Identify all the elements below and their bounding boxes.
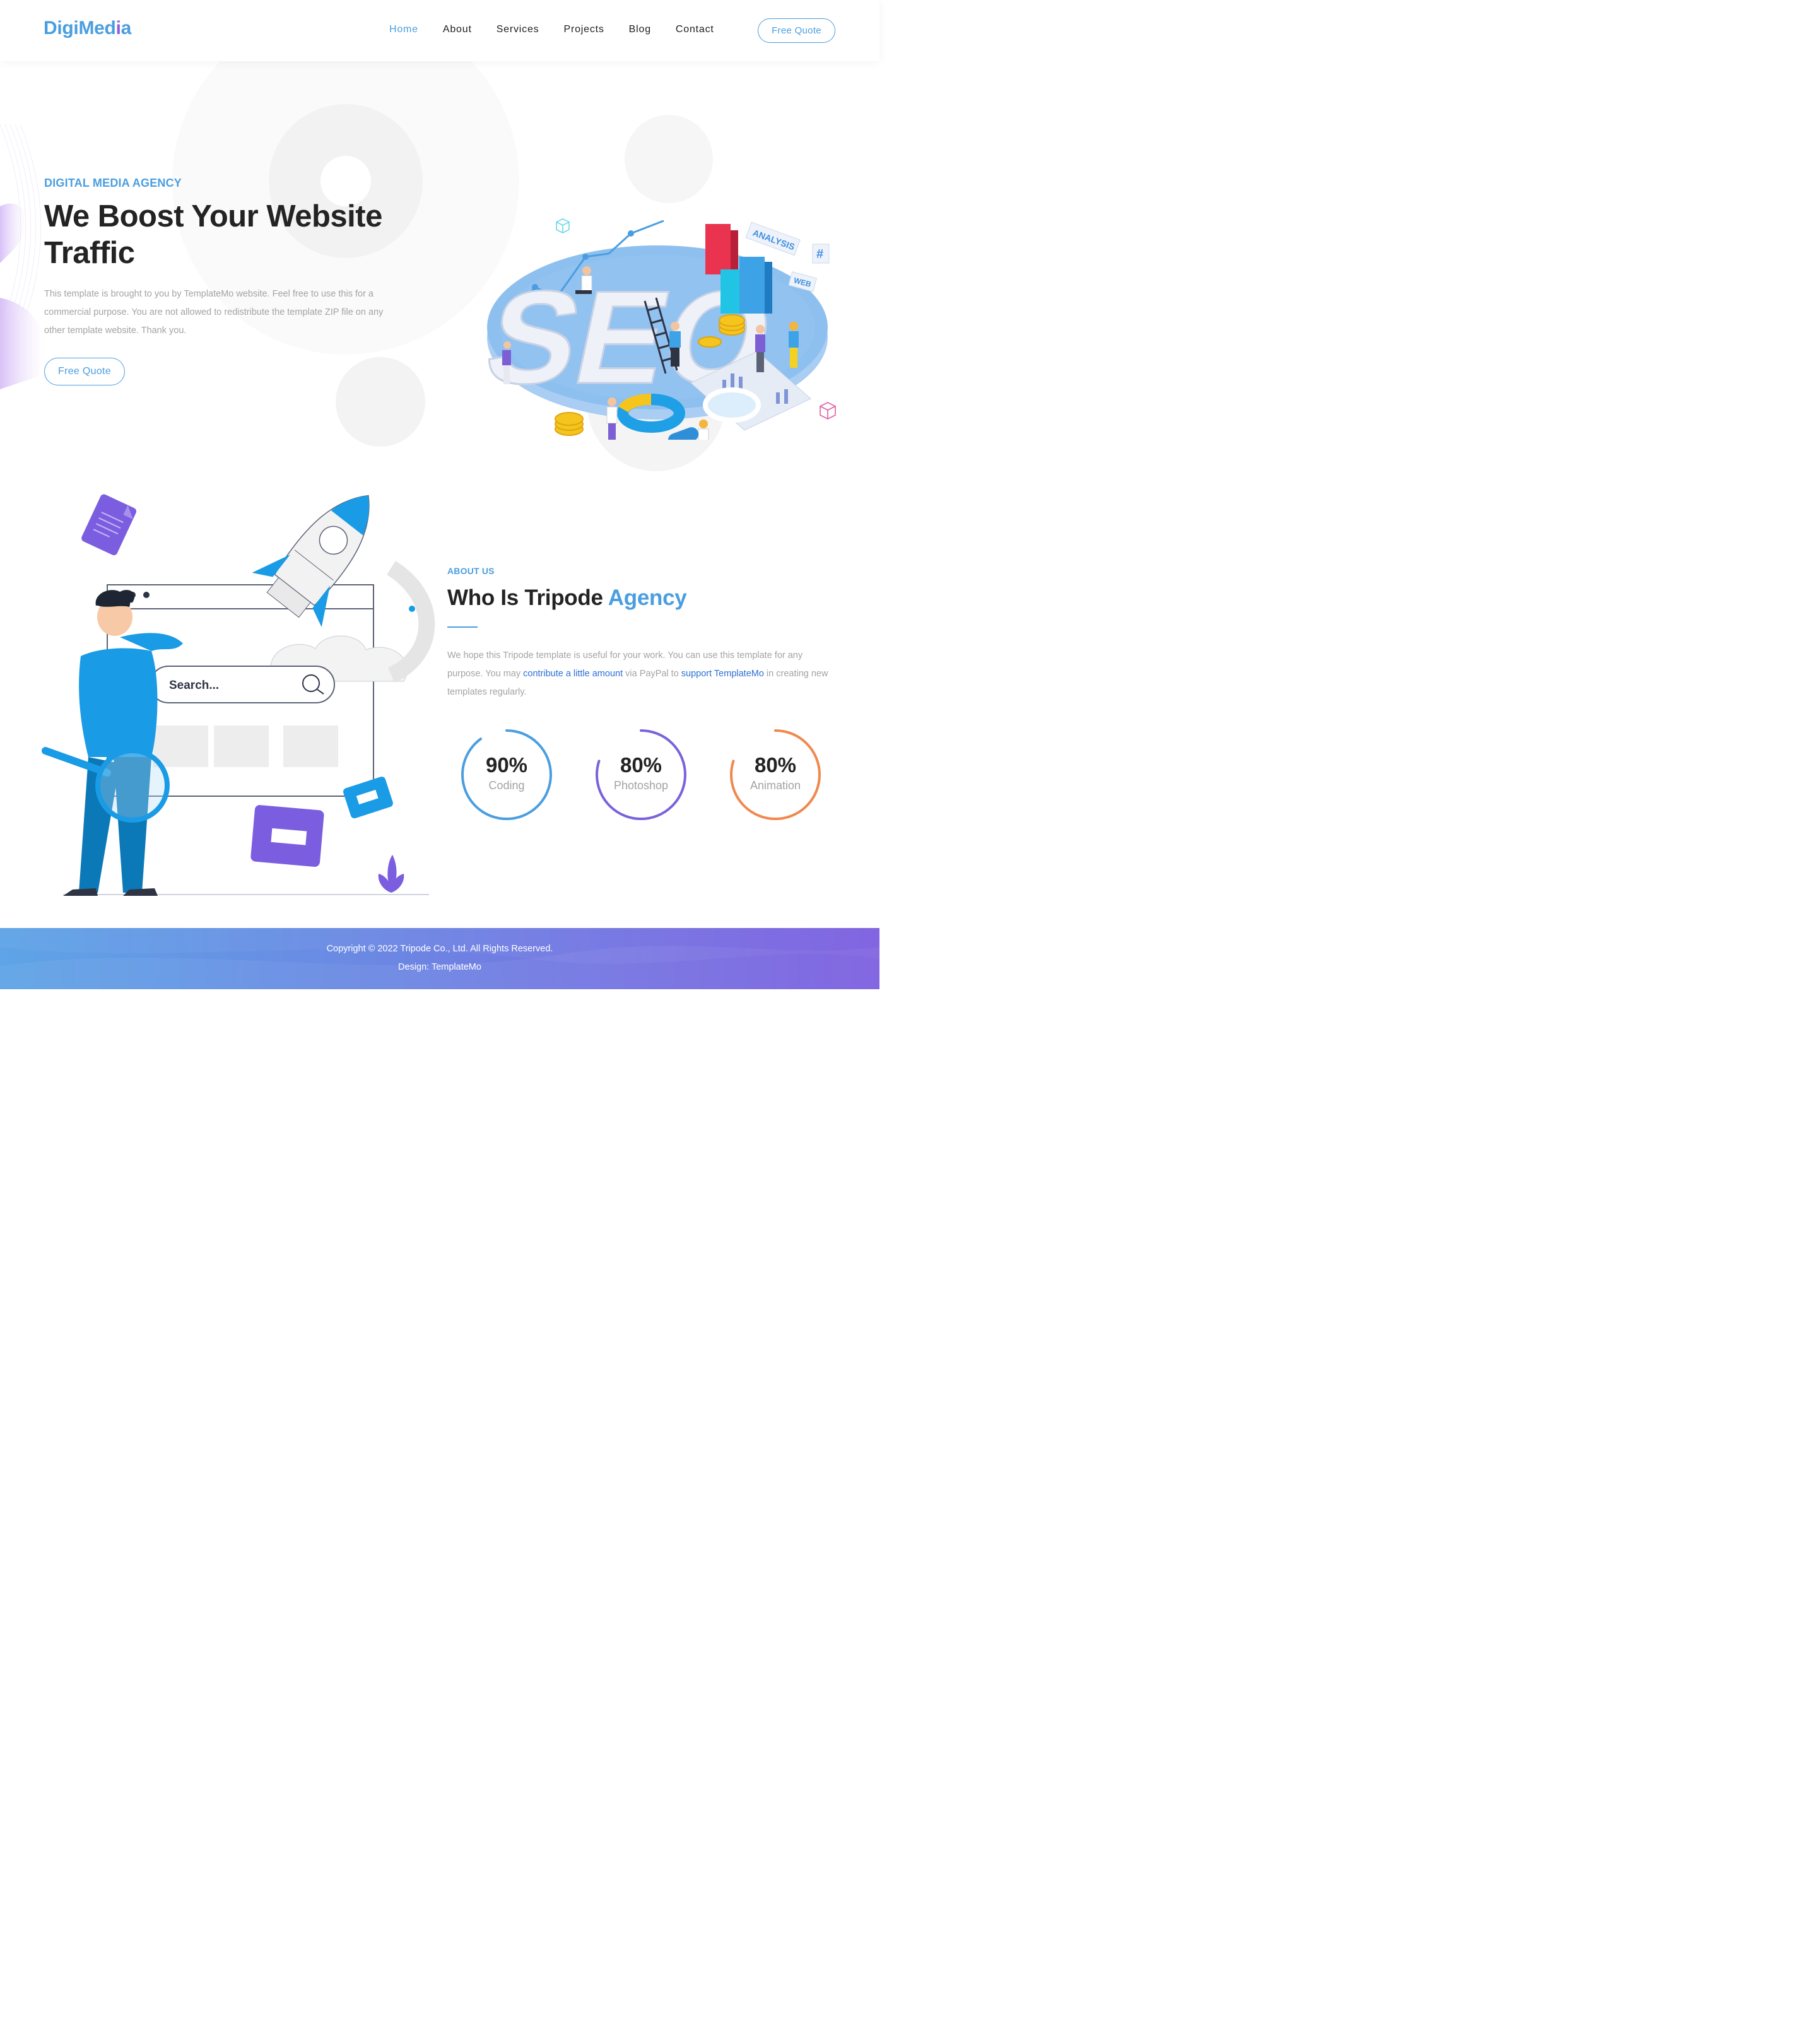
nav-contact[interactable]: Contact	[676, 24, 714, 35]
hero-section: DIGITAL MEDIA AGENCY We Boost Your Websi…	[0, 61, 879, 496]
nav-about[interactable]: About	[443, 24, 472, 35]
skill-coding: 90% Coding	[460, 728, 553, 821]
about-divider	[447, 626, 478, 628]
contribute-link[interactable]: contribute a little amount	[523, 669, 623, 679]
site-header: DigiMedia Home About Services Projects B…	[0, 0, 879, 61]
hero-eyebrow: DIGITAL MEDIA AGENCY	[44, 177, 182, 189]
person-figure	[606, 397, 618, 440]
person-figure	[789, 322, 799, 368]
skill-animation: 80% Animation	[729, 728, 822, 821]
hero-free-quote-button[interactable]: Free Quote	[44, 358, 125, 385]
search-illustration: Search...	[42, 494, 435, 896]
footer-wave-decoration	[0, 928, 879, 989]
skill-coding-label: Coding	[488, 779, 525, 792]
seo-illustration: SEO ANALYSIS WEB #	[479, 218, 830, 440]
hash-tag: #	[816, 247, 823, 261]
about-title: Who Is Tripode Agency	[447, 585, 687, 610]
nav-blog[interactable]: Blog	[629, 24, 651, 35]
about-description: We hope this Tripode template is useful …	[447, 650, 828, 697]
person-figure	[698, 420, 709, 440]
skill-photoshop: 80% Photoshop	[594, 728, 688, 821]
about-label: ABOUT US	[447, 566, 495, 576]
support-templatemo-link[interactable]: support TemplateMo	[681, 669, 764, 679]
nav-projects[interactable]: Projects	[563, 24, 604, 35]
nav-home[interactable]: Home	[389, 24, 418, 35]
hero-description: This template is brought to you by Templ…	[44, 289, 384, 336]
skill-photoshop-label: Photoshop	[613, 779, 669, 792]
skill-animation-percent: 80%	[754, 753, 797, 777]
site-footer: Copyright © 2022 Tripode Co., Ltd. All R…	[0, 928, 879, 989]
header-free-quote-button[interactable]: Free Quote	[758, 18, 835, 43]
skill-animation-label: Animation	[750, 779, 801, 792]
nav-services[interactable]: Services	[497, 24, 539, 35]
main-nav: Home About Services Projects Blog Contac…	[389, 24, 739, 35]
skill-photoshop-percent: 80%	[620, 753, 662, 777]
skill-coding-percent: 90%	[485, 753, 528, 777]
hero-title: We Boost Your Website Traffic	[44, 199, 382, 270]
footer-copyright: Copyright © 2022 Tripode Co., Ltd. All R…	[326, 944, 553, 954]
logo[interactable]: DigiMedia	[44, 18, 131, 39]
illustration-search-text: Search...	[169, 679, 219, 692]
footer-design-credit: Design: TemplateMo	[398, 962, 481, 972]
pink-cube-icon	[820, 402, 836, 420]
